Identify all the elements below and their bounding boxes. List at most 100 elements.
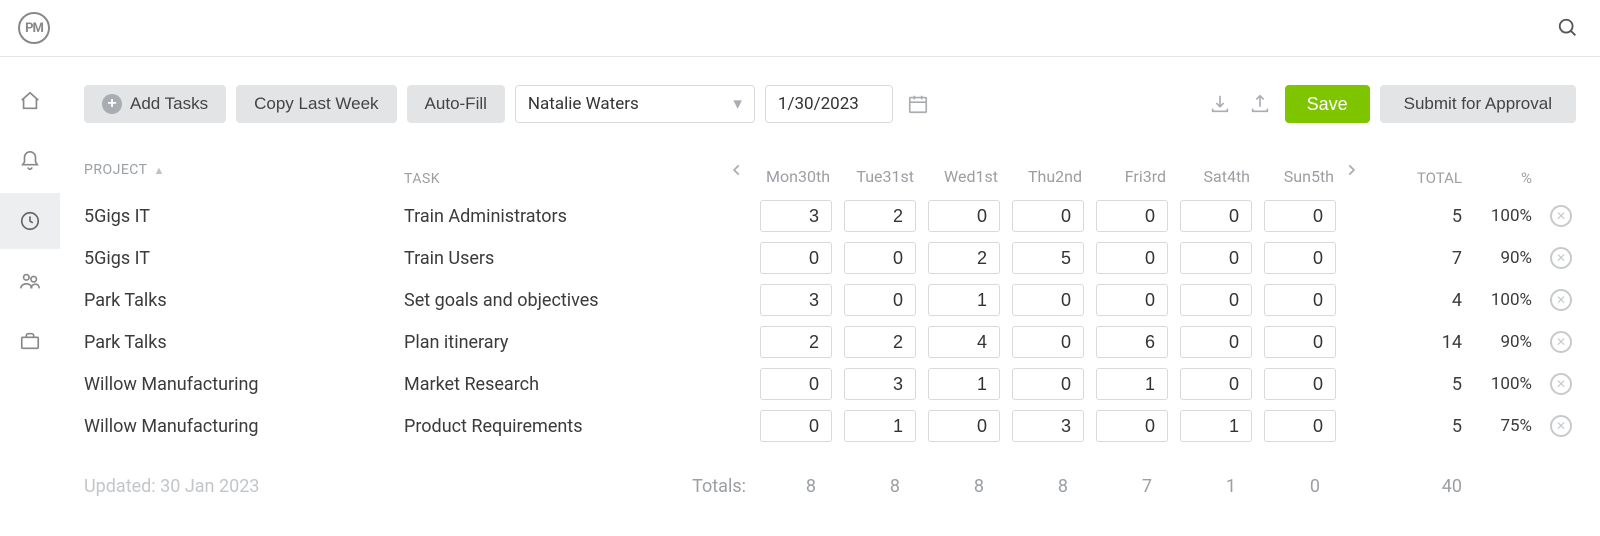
- hours-input[interactable]: [1096, 284, 1168, 316]
- hours-input[interactable]: [1096, 326, 1168, 358]
- task-cell: Plan itinerary: [404, 321, 724, 363]
- row-total: 5: [1364, 195, 1462, 237]
- hours-input[interactable]: [1012, 242, 1084, 274]
- import-button[interactable]: [1205, 89, 1235, 119]
- hours-input[interactable]: [1264, 368, 1336, 400]
- briefcase-icon: [19, 330, 41, 352]
- hours-input[interactable]: [760, 200, 832, 232]
- hours-input[interactable]: [928, 368, 1000, 400]
- hours-input[interactable]: [760, 410, 832, 442]
- user-select[interactable]: Natalie Waters ▾: [515, 85, 755, 123]
- hours-input[interactable]: [1264, 410, 1336, 442]
- table-row: 5Gigs ITTrain Users790%✕: [84, 237, 1576, 279]
- copy-last-week-button[interactable]: Copy Last Week: [236, 85, 396, 123]
- grand-total: 40: [1364, 464, 1462, 508]
- hours-input[interactable]: [844, 242, 916, 274]
- delete-row-button[interactable]: ✕: [1550, 289, 1572, 311]
- user-select-value: Natalie Waters: [528, 94, 639, 114]
- add-tasks-button[interactable]: + Add Tasks: [84, 85, 226, 123]
- calendar-button[interactable]: [903, 89, 933, 119]
- project-cell: 5Gigs IT: [84, 237, 404, 279]
- hours-input[interactable]: [928, 284, 1000, 316]
- table-row: Willow ManufacturingMarket Research5100%…: [84, 363, 1576, 405]
- hours-input[interactable]: [1180, 326, 1252, 358]
- hours-input[interactable]: [1180, 200, 1252, 232]
- hours-input[interactable]: [760, 242, 832, 274]
- sidebar-item-timesheets[interactable]: [0, 193, 60, 249]
- hours-input[interactable]: [1180, 410, 1252, 442]
- auto-fill-button[interactable]: Auto-Fill: [407, 85, 505, 123]
- hours-input[interactable]: [1096, 410, 1168, 442]
- project-cell: Willow Manufacturing: [84, 405, 404, 447]
- delete-row-button[interactable]: ✕: [1550, 415, 1572, 437]
- col-header-day-3: Thu2nd: [1002, 153, 1086, 195]
- hours-input[interactable]: [844, 200, 916, 232]
- hours-input[interactable]: [928, 410, 1000, 442]
- hours-input[interactable]: [760, 368, 832, 400]
- hours-input[interactable]: [1096, 368, 1168, 400]
- hours-input[interactable]: [928, 242, 1000, 274]
- col-header-pct: %: [1462, 153, 1532, 195]
- hours-input[interactable]: [1264, 284, 1336, 316]
- task-cell: Train Administrators: [404, 195, 724, 237]
- day-total-5: 1: [1170, 464, 1254, 508]
- hours-input[interactable]: [1012, 284, 1084, 316]
- hours-input[interactable]: [1180, 284, 1252, 316]
- hours-input[interactable]: [1264, 326, 1336, 358]
- hours-input[interactable]: [1264, 242, 1336, 274]
- hours-input[interactable]: [844, 284, 916, 316]
- hours-input[interactable]: [1180, 368, 1252, 400]
- hours-input[interactable]: [760, 284, 832, 316]
- delete-row-button[interactable]: ✕: [1550, 205, 1572, 227]
- export-button[interactable]: [1245, 89, 1275, 119]
- main-content: + Add Tasks Copy Last Week Auto-Fill Nat…: [60, 57, 1600, 536]
- hours-input[interactable]: [1096, 242, 1168, 274]
- hours-input[interactable]: [1012, 368, 1084, 400]
- hours-input[interactable]: [928, 200, 1000, 232]
- sidebar-item-projects[interactable]: [0, 313, 60, 369]
- hours-input[interactable]: [844, 410, 916, 442]
- hours-input[interactable]: [928, 326, 1000, 358]
- hours-input[interactable]: [1012, 326, 1084, 358]
- hours-input[interactable]: [1012, 410, 1084, 442]
- col-header-project[interactable]: PROJECT ▲: [84, 153, 404, 195]
- row-pct: 100%: [1462, 363, 1532, 405]
- row-pct: 100%: [1462, 195, 1532, 237]
- table-row: Park TalksSet goals and objectives4100%✕: [84, 279, 1576, 321]
- project-cell: Willow Manufacturing: [84, 363, 404, 405]
- hours-input[interactable]: [1012, 200, 1084, 232]
- col-header-task[interactable]: TASK: [404, 153, 724, 195]
- hours-input[interactable]: [844, 326, 916, 358]
- team-icon: [19, 270, 41, 292]
- updated-text: Updated: 30 Jan 2023: [84, 464, 404, 508]
- sidebar-item-team[interactable]: [0, 253, 60, 309]
- prev-week-button[interactable]: [724, 153, 750, 195]
- save-button[interactable]: Save: [1285, 85, 1370, 123]
- search-button[interactable]: [1554, 14, 1582, 42]
- hours-input[interactable]: [760, 326, 832, 358]
- hours-input[interactable]: [1180, 242, 1252, 274]
- bell-icon: [19, 150, 41, 172]
- task-cell: Train Users: [404, 237, 724, 279]
- day-total-3: 8: [1002, 464, 1086, 508]
- day-total-0: 8: [750, 464, 834, 508]
- sidebar-item-home[interactable]: [0, 73, 60, 129]
- hours-input[interactable]: [1264, 200, 1336, 232]
- topbar: PM: [0, 0, 1600, 57]
- hours-input[interactable]: [844, 368, 916, 400]
- submit-for-approval-button[interactable]: Submit for Approval: [1380, 85, 1576, 123]
- delete-row-button[interactable]: ✕: [1550, 247, 1572, 269]
- hours-input[interactable]: [1096, 200, 1168, 232]
- date-input[interactable]: 1/30/2023: [765, 85, 893, 123]
- delete-row-button[interactable]: ✕: [1550, 331, 1572, 353]
- import-icon: [1209, 92, 1231, 116]
- row-total: 5: [1364, 405, 1462, 447]
- delete-row-button[interactable]: ✕: [1550, 373, 1572, 395]
- day-total-1: 8: [834, 464, 918, 508]
- chevron-left-icon: [730, 163, 744, 177]
- next-week-button[interactable]: [1338, 153, 1364, 195]
- export-icon: [1249, 92, 1271, 116]
- sidebar-item-notifications[interactable]: [0, 133, 60, 189]
- row-total: 14: [1364, 321, 1462, 363]
- col-header-day-4: Fri3rd: [1086, 153, 1170, 195]
